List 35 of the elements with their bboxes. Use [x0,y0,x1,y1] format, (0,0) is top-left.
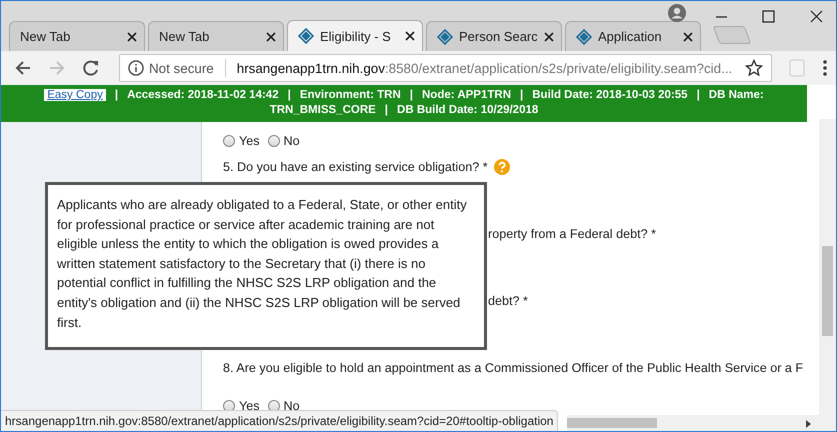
browser-tab[interactable]: Eligibility - S [287,20,423,51]
close-icon[interactable] [543,30,555,42]
question-text: 5. Do you have an existing service obligation? * [223,160,488,174]
tooltip-text: Applicants who are already obligated to a Federal, State, or other entity for professional practice or service after academic training are not eligible unless the entity to which the obligation is owed provides a written statement satisfactory to the Secretary that (i) there is no potential conflict in fulfilling the NHSC S2S LRP obligation and the entity's obligation and (ii) the NHSC S2S LRP obligation will be served first. [57,196,468,332]
diamond-icon [298,28,314,44]
right-arrow-icon[interactable] [805,419,812,429]
question-text: debt? * [488,294,528,308]
close-icon[interactable] [265,30,277,42]
status-url: hrsangenapp1trn.nih.gov:8580/extranet/application/s2s/private/eligibility.seam?cid=20#tooltip-obligation [1,410,558,431]
easy-copy-link[interactable]: Easy Copy [44,89,106,101]
menu-icon[interactable] [822,59,828,77]
close-icon[interactable] [404,30,416,42]
question-text: 8. Are you eligible to hold an appointment as a Commissioned Officer of the Public Health Service or a F [223,361,804,375]
close-icon[interactable] [126,30,138,42]
banner-text: Easy Copy | Accessed: 2018-11-02 14:42 | Environment: TRN | Node: APP1TRN | Build Date: 2018-10-03 20:55 | DB Name: TRN_BMISS_CORE | DB Build Date: 10/29/2018 [11,88,797,118]
browser-tab[interactable]: Application [565,21,701,51]
url-text: hrsangenapp1trn.nih.gov:8580/extranet/application/s2s/private/eligibility.seam?cid... [236,60,732,76]
question-text: roperty from a Federal debt? * [488,227,656,241]
info-icon [128,60,144,76]
close-icon[interactable] [810,10,823,23]
browser-tab[interactable]: New Tab [148,21,284,51]
reload-icon[interactable] [81,58,101,78]
browser-tab[interactable]: New Tab [9,21,145,51]
profile-icon[interactable] [668,4,686,22]
radio-option[interactable]: Yes [223,134,260,148]
address-bar[interactable]: Not secure hrsangenapp1trn.nih.gov:8580/extranet/application/s2s/private/eligibility.seam?cid... [119,54,772,82]
close-icon[interactable] [682,30,694,42]
star-icon[interactable] [745,59,763,77]
security-label: Not secure [149,60,214,76]
horizontal-scrollbar[interactable] [567,415,819,431]
diamond-icon [437,28,453,44]
vertical-scrollbar[interactable] [819,119,836,431]
maximize-icon[interactable] [762,10,775,23]
radio-option[interactable]: No [268,134,300,148]
diamond-icon [576,28,592,44]
